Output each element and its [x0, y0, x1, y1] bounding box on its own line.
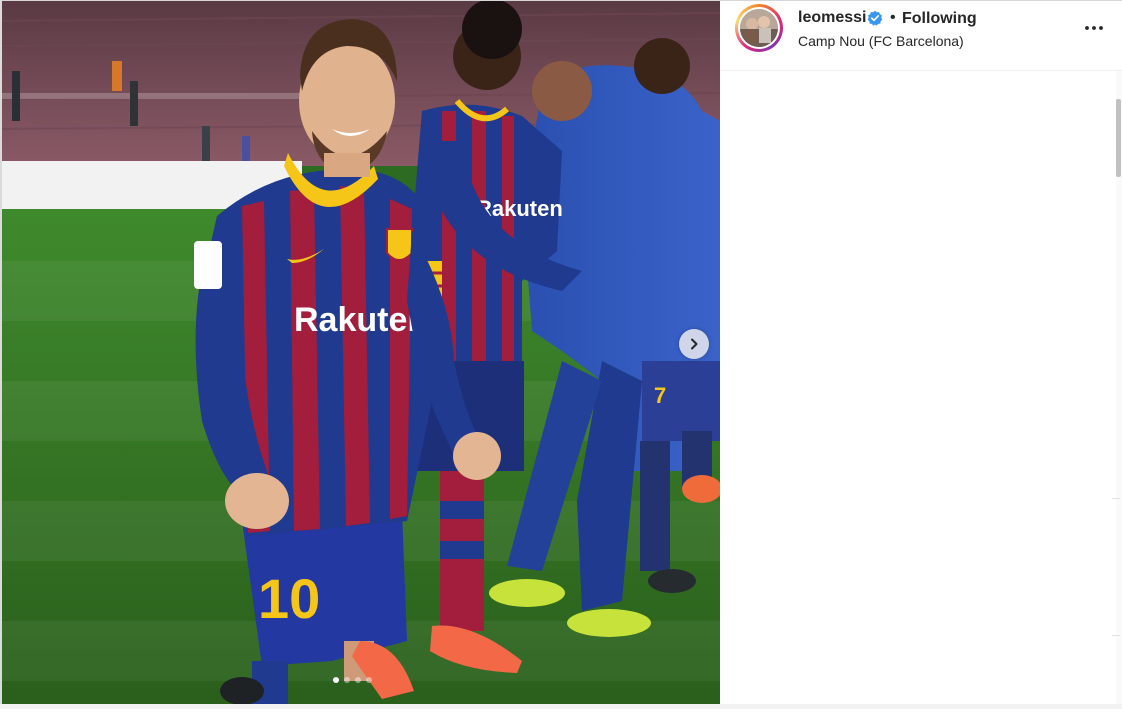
carousel-dot-4 — [366, 677, 372, 683]
divider — [1112, 635, 1120, 636]
chevron-right-icon — [691, 338, 698, 350]
avatar[interactable] — [735, 4, 783, 52]
post-photo[interactable]: 7 Rakuten 2 10 — [2, 1, 720, 704]
location-link[interactable]: Camp Nou (FC Barcelona) — [798, 33, 964, 49]
divider — [1112, 498, 1120, 499]
photo-illustration: 7 Rakuten 2 10 — [2, 1, 720, 704]
sponsor-main: Rakuten — [294, 301, 428, 339]
shirt-number-right: 7 — [654, 383, 666, 408]
username-link[interactable]: leomessi — [798, 9, 866, 27]
following-button[interactable]: Following — [902, 10, 977, 28]
verified-badge-icon — [867, 10, 883, 26]
carousel-dot-3 — [355, 677, 361, 683]
shirt-number-main: 10 — [258, 567, 320, 630]
post-header: leomessi • Following Camp Nou (FC Barcel… — [720, 1, 1122, 71]
scrollbar-thumb[interactable] — [1116, 99, 1121, 177]
window-bottom-border — [0, 704, 1122, 709]
carousel-dot-1 — [333, 677, 339, 683]
avatar-image — [740, 9, 778, 47]
more-options-icon[interactable] — [1084, 18, 1104, 38]
carousel-dot-2 — [344, 677, 350, 683]
carousel-next-button[interactable] — [679, 329, 709, 359]
post-side-panel: leomessi • Following Camp Nou (FC Barcel… — [720, 1, 1122, 704]
carousel-indicator — [333, 677, 372, 683]
separator-dot: • — [890, 9, 896, 26]
